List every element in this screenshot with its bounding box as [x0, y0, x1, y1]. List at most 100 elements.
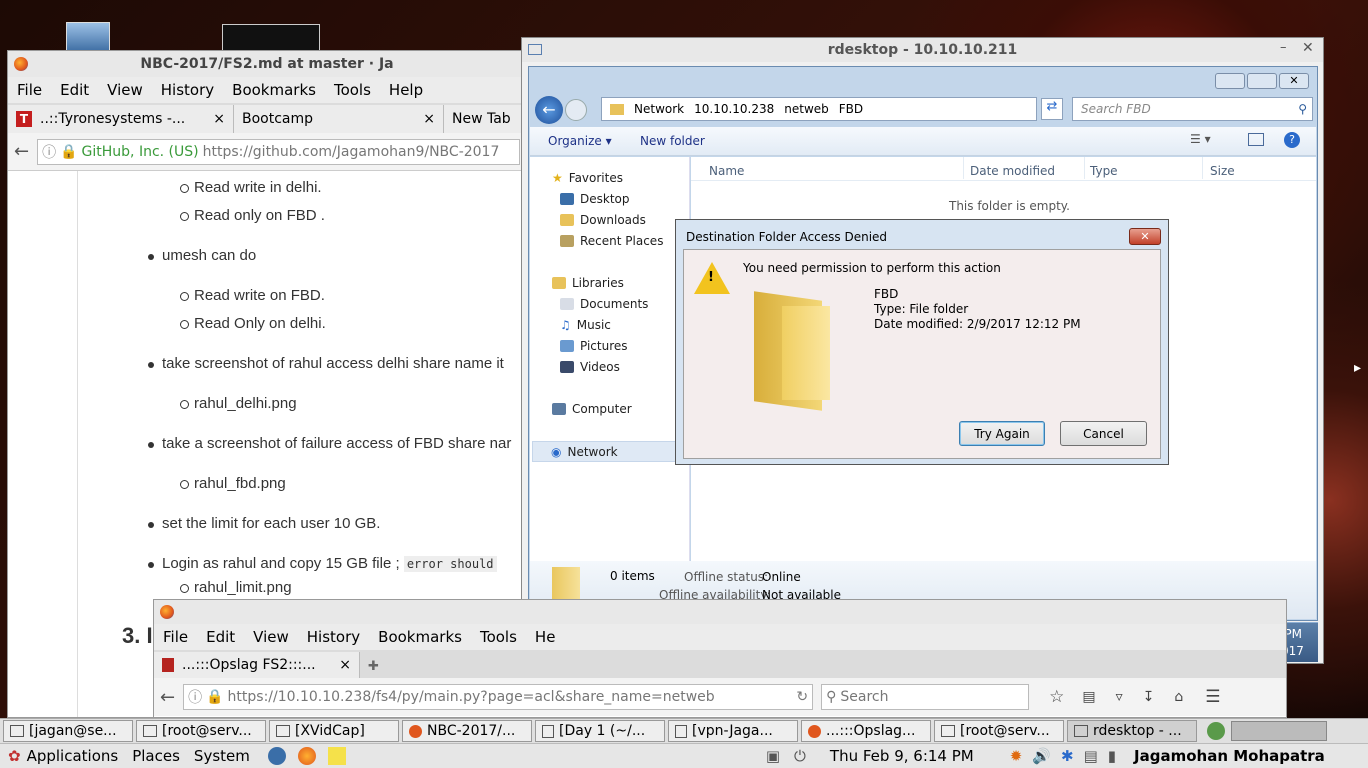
column-name[interactable]: Name	[709, 164, 744, 178]
taskbar-item[interactable]: ...:::Opslag...	[801, 720, 931, 742]
window-menu-icon[interactable]	[528, 44, 542, 55]
bookmark-star-icon[interactable]: ☆	[1049, 687, 1064, 707]
breadcrumb-share[interactable]: netweb	[784, 102, 829, 116]
menu-help[interactable]: He	[526, 628, 565, 646]
downloads-icon[interactable]: ↧	[1143, 689, 1155, 705]
minimize-icon[interactable]: –	[1280, 40, 1287, 55]
cancel-button[interactable]: Cancel	[1060, 421, 1147, 446]
menu-history[interactable]: History	[298, 628, 369, 646]
nav-network[interactable]: ◉ Network	[532, 441, 686, 462]
nav-favorites[interactable]: ★ Favorites	[552, 171, 623, 185]
desktop-thumbnail[interactable]	[222, 24, 320, 52]
nav-pictures[interactable]: Pictures	[560, 339, 628, 353]
home-icon[interactable]: ⌂	[1174, 689, 1183, 705]
new-tab-icon[interactable]: ✚	[368, 659, 379, 674]
panel-clock[interactable]: Thu Feb 9, 6:14 PM	[830, 747, 974, 765]
breadcrumb-host[interactable]: 10.10.10.238	[694, 102, 774, 116]
taskbar-item[interactable]: [XVidCap]	[269, 720, 399, 742]
tab-new-tab[interactable]: New Tab	[444, 105, 524, 133]
taskbar-item[interactable]: rdesktop - ...	[1067, 720, 1197, 742]
info-icon[interactable]: ⓘ	[188, 687, 202, 707]
close-icon[interactable]: ✕	[1302, 40, 1314, 56]
menu-bookmarks[interactable]: Bookmarks	[369, 628, 471, 646]
user-name[interactable]: Jagamohan Mohapatra	[1134, 747, 1325, 765]
volume-icon[interactable]: 🔊	[1032, 747, 1051, 765]
close-icon[interactable]: ✕	[1279, 73, 1309, 89]
screenshot-icon[interactable]: ▣	[766, 747, 780, 765]
menu-help[interactable]: Help	[380, 81, 432, 99]
url-input[interactable]: ⓘ 🔒 https://10.10.10.238/fs4/py/main.py?…	[183, 684, 814, 710]
maximize-icon[interactable]	[1247, 73, 1277, 89]
system-menu[interactable]: System	[194, 747, 250, 765]
search-input[interactable]: Search FBD ⚲	[1072, 97, 1313, 121]
taskbar-item[interactable]: [Day 1 (~/...	[535, 720, 665, 742]
menu-edit[interactable]: Edit	[197, 628, 244, 646]
update-icon[interactable]: ✹	[1010, 747, 1023, 765]
menu-view[interactable]: View	[244, 628, 298, 646]
battery-icon[interactable]: ▮	[1108, 747, 1116, 765]
breadcrumb-network[interactable]: Network	[634, 102, 684, 116]
nav-music[interactable]: ♫ Music	[560, 318, 611, 332]
menu-view[interactable]: View	[98, 81, 152, 99]
nav-downloads[interactable]: Downloads	[560, 213, 646, 227]
globe-icon[interactable]	[1207, 722, 1225, 740]
view-icon[interactable]: ☰ ▾	[1190, 132, 1211, 146]
preview-pane-icon[interactable]	[1248, 133, 1264, 146]
places-menu[interactable]: Places	[132, 747, 180, 765]
menu-tools[interactable]: Tools	[325, 81, 380, 99]
taskbar-item[interactable]: [root@serv...	[934, 720, 1064, 742]
menu-file[interactable]: File	[154, 628, 197, 646]
try-again-button[interactable]: Try Again	[959, 421, 1045, 446]
nav-documents[interactable]: Documents	[560, 297, 648, 311]
taskbar-item[interactable]: [vpn-Jaga...	[668, 720, 798, 742]
column-type[interactable]: Type	[1090, 164, 1118, 178]
bluetooth-icon[interactable]: ✱	[1061, 747, 1074, 765]
taskbar-item[interactable]: [jagan@se...	[3, 720, 133, 742]
tab-tyronesystems[interactable]: T ..::Tyronesystems -... ×	[8, 105, 234, 133]
reload-icon[interactable]: ↻	[796, 689, 808, 705]
nav-libraries[interactable]: Libraries	[552, 276, 624, 290]
close-icon[interactable]: ✕	[1129, 228, 1161, 245]
column-date-modified[interactable]: Date modified	[970, 164, 1055, 178]
pocket-icon[interactable]: ▿	[1116, 689, 1123, 705]
search-input[interactable]: ⚲ Search	[821, 684, 1030, 710]
thunderbird-launcher-icon[interactable]	[267, 747, 286, 765]
tab-close-icon[interactable]: ×	[339, 657, 351, 673]
network-icon[interactable]: ▤	[1084, 747, 1098, 765]
forward-icon[interactable]	[565, 99, 587, 121]
menu-bookmarks[interactable]: Bookmarks	[223, 81, 325, 99]
power-icon[interactable]: ⏻	[794, 747, 806, 765]
nav-recent[interactable]: Recent Places	[560, 234, 663, 248]
firefox-launcher-icon[interactable]	[297, 747, 316, 765]
desktop-icon[interactable]	[66, 22, 110, 52]
back-icon[interactable]: ←	[535, 96, 563, 124]
tab-bootcamp[interactable]: Bootcamp ×	[234, 105, 444, 133]
organize-button[interactable]: Organize ▾	[548, 134, 612, 148]
notes-launcher-icon[interactable]	[327, 747, 346, 765]
breadcrumb-folder[interactable]: FBD	[839, 102, 863, 116]
menu-tools[interactable]: Tools	[471, 628, 526, 646]
menu-file[interactable]: File	[8, 81, 51, 99]
back-icon[interactable]: ←	[160, 687, 175, 708]
tab-close-icon[interactable]: ×	[213, 111, 225, 127]
column-size[interactable]: Size	[1210, 164, 1235, 178]
taskbar-item[interactable]: NBC-2017/...	[402, 720, 532, 742]
applications-menu[interactable]: Applications	[27, 747, 119, 765]
help-icon[interactable]: ?	[1284, 132, 1300, 148]
url-input[interactable]: ⓘ 🔒 GitHub, Inc. (US) https://github.com…	[37, 138, 520, 165]
info-icon[interactable]: ⓘ	[42, 142, 56, 162]
new-folder-button[interactable]: New folder	[640, 134, 705, 148]
menu-edit[interactable]: Edit	[51, 81, 98, 99]
nav-videos[interactable]: Videos	[560, 360, 620, 374]
reading-list-icon[interactable]: ▤	[1082, 689, 1095, 705]
nav-computer[interactable]: Computer	[552, 402, 632, 416]
refresh-icon[interactable]: ⇄	[1041, 98, 1063, 120]
address-bar[interactable]: Network 10.10.10.238 netweb FBD	[601, 97, 1037, 121]
back-icon[interactable]: ←	[14, 141, 29, 162]
tab-close-icon[interactable]: ×	[423, 111, 435, 127]
nav-desktop[interactable]: Desktop	[560, 192, 630, 206]
hamburger-menu-icon[interactable]: ☰	[1205, 687, 1220, 707]
menu-history[interactable]: History	[152, 81, 223, 99]
tab-opslag[interactable]: ...:::Opslag FS2:::... ×	[154, 652, 360, 678]
taskbar-item[interactable]: [root@serv...	[136, 720, 266, 742]
